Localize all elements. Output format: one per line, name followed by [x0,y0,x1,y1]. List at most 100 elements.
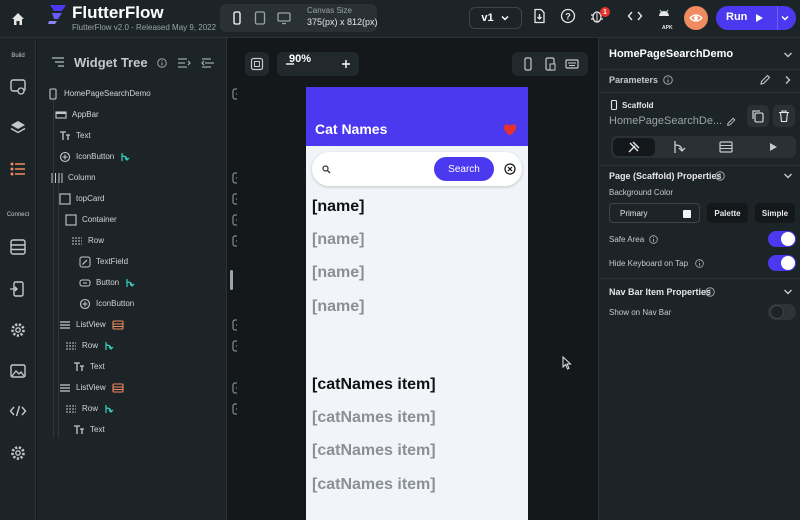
tree-label: Row [88,236,105,245]
tablet-icon[interactable] [543,57,557,71]
canvas-size-value[interactable]: 375(px) x 812(px) [307,17,378,27]
chevron-down-icon[interactable] [783,171,793,181]
info-icon[interactable] [663,75,673,85]
tree-row-row[interactable]: Row [65,398,114,419]
search-button[interactable]: Search [434,157,494,181]
safe-area-toggle[interactable] [768,231,796,247]
properties-panel: HomePageSearchDemo Parameters Scaffold H… [598,38,800,520]
database-icon[interactable] [9,238,27,256]
keyboard-icon[interactable] [565,57,579,71]
help-icon[interactable]: ? [560,8,576,24]
info-icon[interactable] [715,171,725,181]
list-item[interactable]: [name] [312,264,364,282]
copy-icon [752,110,764,123]
chevron-right-icon[interactable] [783,75,793,85]
panel-resize-handle[interactable] [230,270,233,290]
chevron-down-icon[interactable] [783,50,793,60]
search-input[interactable] [336,159,430,179]
list-item[interactable]: [name] [312,231,364,249]
list-item[interactable]: [catNames item] [312,376,436,394]
info-icon[interactable] [157,58,167,68]
backend-query-tab-icon[interactable] [719,140,733,154]
download-file-icon[interactable] [531,8,547,24]
api-calls-icon[interactable] [9,280,27,298]
tree-row-topcard[interactable]: topCard [59,188,104,209]
tree-row-iconbutton[interactable]: IconButton [79,293,134,314]
version-select[interactable]: v1 [469,7,522,29]
copy-button[interactable] [747,105,769,127]
play-icon [756,14,763,22]
panel-tabs [611,136,796,158]
chevron-down-icon[interactable] [783,287,793,297]
tree-row-iconbutton[interactable]: IconButton [59,146,130,167]
run-options-chevron-icon[interactable] [780,13,790,23]
tree-label: Text [76,131,91,140]
canvas-toggle-button[interactable] [245,52,269,76]
tree-row-text[interactable]: Text [73,419,105,440]
media-assets-icon[interactable] [9,362,27,380]
page-selector-icon[interactable] [9,78,27,96]
tree-row-text[interactable]: Text [73,356,105,377]
tree-label: ListView [76,383,106,392]
edit-icon[interactable] [726,117,736,127]
tree-row-listview[interactable]: ListView [59,377,124,398]
tree-row-listview[interactable]: ListView [59,314,124,335]
simple-button[interactable]: Simple [755,203,795,223]
heart-icon[interactable] [503,123,517,137]
home-button[interactable] [0,0,36,38]
app-bar[interactable]: Cat Names [306,87,528,146]
widget-tree-icon[interactable] [9,160,27,178]
info-icon[interactable] [695,259,704,268]
tree-row-row[interactable]: Row [65,335,114,356]
tree-row-textfield[interactable]: TextField [79,251,128,272]
actions-tab-icon[interactable] [672,140,686,154]
list-item[interactable]: [name] [312,298,364,316]
clear-icon[interactable] [504,163,516,175]
top-bar: FlutterFlow FlutterFlow v2.0 - Released … [0,0,800,38]
tree-row-column[interactable]: Column [51,167,96,188]
list-item[interactable]: [catNames item] [312,409,436,427]
version-select-value: v1 [481,12,494,24]
list-item[interactable]: [catNames item] [312,442,436,460]
toggle-knob [770,305,784,319]
widget-name: HomePageSearchDe... [609,115,723,127]
expand-all-icon[interactable] [201,56,215,70]
zoom-in-icon[interactable] [341,59,351,69]
show-nav-toggle[interactable] [768,304,796,320]
bg-color-select[interactable]: Primary [609,203,700,223]
phone-icon[interactable] [230,11,244,25]
desktop-icon[interactable] [277,11,291,25]
tree-row-button[interactable]: Button [79,272,135,293]
play-tab-icon[interactable] [767,141,779,153]
notification-badge: 1 [600,7,610,17]
tablet-icon[interactable] [253,11,267,25]
custom-code-icon[interactable] [9,402,27,420]
project-settings-icon[interactable] [9,444,27,462]
grid-toggle-icon [250,57,264,71]
phone-icon[interactable] [521,57,535,71]
collapse-all-icon[interactable] [177,56,191,70]
run-button[interactable]: Run [716,6,796,30]
tree-row-homepage[interactable]: HomePageSearchDemo [47,83,151,104]
tab-properties-active[interactable] [613,138,655,156]
tree-row-text[interactable]: Text [59,125,91,146]
info-icon[interactable] [649,235,658,244]
tree-row-appbar[interactable]: AppBar [55,104,99,125]
settings-gear-icon[interactable] [9,321,27,339]
list-item[interactable]: [catNames item] [312,476,436,494]
code-icon[interactable] [627,8,643,24]
hide-keyboard-toggle[interactable] [768,255,796,271]
delete-button[interactable] [773,105,795,127]
palette-button[interactable]: Palette [707,203,748,223]
hide-keyboard-label: Hide Keyboard on Tap [609,259,689,268]
list-item[interactable]: [name] [312,198,364,216]
layers-icon[interactable] [9,119,27,137]
android-icon[interactable] [656,6,672,22]
edit-icon[interactable] [759,74,771,86]
tree-label: Text [90,425,105,434]
chevron-down-icon [501,15,509,21]
info-icon[interactable] [705,287,715,297]
tree-row-row[interactable]: Row [71,230,104,251]
preview-button[interactable] [684,6,708,30]
tree-row-container[interactable]: Container [65,209,117,230]
